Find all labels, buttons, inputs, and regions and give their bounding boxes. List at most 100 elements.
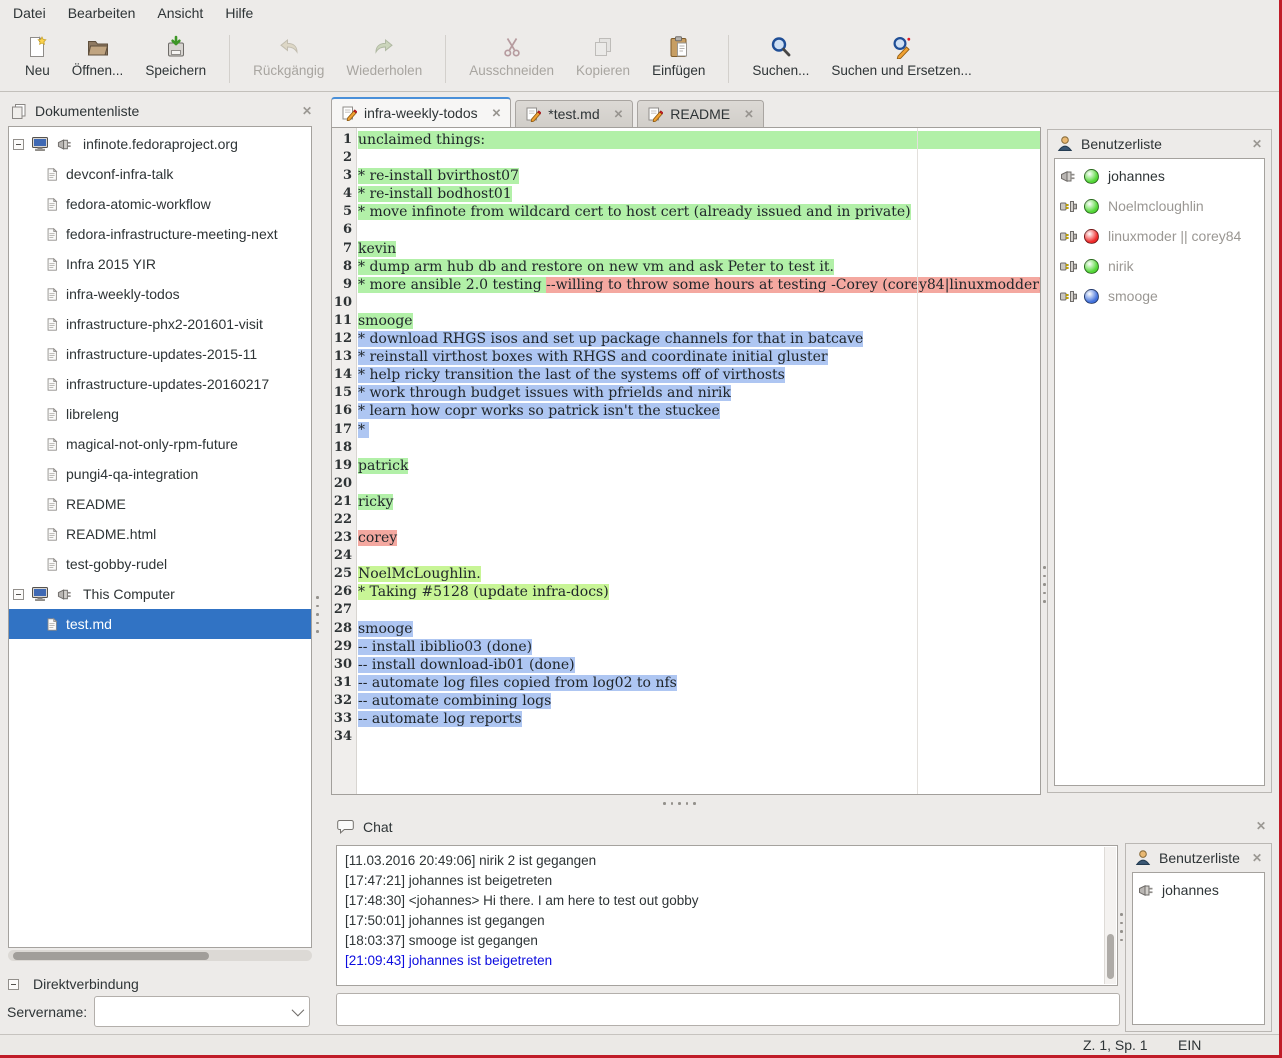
document-tree: infinote.fedoraproject.orgdevconf-infra-… bbox=[8, 126, 312, 948]
close-icon[interactable]: ✕ bbox=[614, 107, 624, 121]
search-icon bbox=[769, 35, 793, 59]
menu-item-ansicht[interactable]: Ansicht bbox=[146, 0, 214, 26]
editor-line: * reinstall virthost boxes with RHGS and… bbox=[358, 348, 1040, 366]
tree-item[interactable]: devconf-infra-talk bbox=[9, 159, 311, 189]
tab--test-md[interactable]: *test.md✕ bbox=[515, 100, 633, 127]
tab-infra-weekly-todos[interactable]: infra-weekly-todos ✕ bbox=[331, 97, 511, 127]
tree-item[interactable]: libreleng bbox=[9, 399, 311, 429]
text-segment: * work through budget issues with pfriel… bbox=[358, 385, 731, 401]
user-list-item[interactable]: johannes bbox=[1055, 161, 1264, 191]
toolbar-paste-button[interactable]: Einfügen bbox=[641, 31, 716, 80]
open-folder-icon bbox=[86, 35, 110, 59]
close-icon[interactable]: ✕ bbox=[744, 107, 754, 121]
plug-connected-icon bbox=[1060, 169, 1078, 184]
horizontal-paned-grip[interactable] bbox=[663, 802, 701, 805]
chat-userlist-paned-grip[interactable] bbox=[1120, 913, 1123, 947]
text-segment: * help ricky transition the last of the … bbox=[358, 367, 785, 383]
scrollbar-thumb[interactable] bbox=[13, 952, 209, 960]
tree-item-label: README.html bbox=[66, 526, 156, 542]
editor-line: * work through budget issues with pfriel… bbox=[358, 384, 1040, 402]
tree-item[interactable]: magical-not-only-rpm-future bbox=[9, 429, 311, 459]
editor-userlist-paned-grip[interactable] bbox=[1043, 566, 1046, 609]
tree-item[interactable]: fedora-infrastructure-meeting-next bbox=[9, 219, 311, 249]
chevron-down-icon[interactable] bbox=[292, 1004, 305, 1017]
tree-item[interactable]: Infra 2015 YIR bbox=[9, 249, 311, 279]
tab-label: infra-weekly-todos bbox=[364, 105, 478, 121]
expander-icon[interactable] bbox=[13, 139, 24, 150]
tree-item[interactable]: infrastructure-updates-2015-11 bbox=[9, 339, 311, 369]
tree-item[interactable]: infrastructure-phx2-201601-visit bbox=[9, 309, 311, 339]
overwrite-mode: EIN bbox=[1178, 1037, 1201, 1053]
user-list-title: Benutzerliste bbox=[1081, 136, 1162, 152]
tree-item[interactable]: fedora-atomic-workflow bbox=[9, 189, 311, 219]
user-name: Noelmcloughlin bbox=[1108, 198, 1204, 214]
line-number: 30 bbox=[332, 656, 356, 674]
save-icon bbox=[164, 35, 188, 59]
tree-item[interactable]: README.html bbox=[9, 519, 311, 549]
tree-item[interactable]: test.md bbox=[9, 609, 311, 639]
scrollbar-thumb[interactable] bbox=[1107, 934, 1114, 979]
user-list-item[interactable]: nirik bbox=[1055, 251, 1264, 281]
user-list-item[interactable]: linuxmoder || corey84 bbox=[1055, 221, 1264, 251]
user-name: johannes bbox=[1162, 882, 1219, 898]
plug-disconnected-icon bbox=[1060, 199, 1078, 214]
editor-line: -- automate log files copied from log02 … bbox=[358, 674, 1040, 692]
document-icon bbox=[45, 197, 59, 212]
tab-README[interactable]: README ✕ bbox=[637, 100, 764, 127]
user-list-header: Benutzerliste ✕ bbox=[1048, 130, 1271, 155]
chat-message: [18:03:37] smooge ist gegangen bbox=[345, 931, 1096, 951]
toolbar-open-button[interactable]: Öffnen... bbox=[61, 31, 135, 80]
user-name: smooge bbox=[1108, 288, 1158, 304]
menu-item-hilfe[interactable]: Hilfe bbox=[214, 0, 264, 26]
servername-input[interactable] bbox=[95, 997, 292, 1026]
document-icon bbox=[45, 407, 59, 422]
tree-item[interactable]: pungi4-qa-integration bbox=[9, 459, 311, 489]
document-tree-hscrollbar[interactable] bbox=[8, 950, 312, 961]
line-number: 31 bbox=[332, 674, 356, 692]
toolbar-save-button[interactable]: Speichern bbox=[134, 31, 217, 80]
computer-icon bbox=[31, 136, 49, 152]
tab-label: README bbox=[670, 106, 730, 122]
menu-item-bearbeiten[interactable]: Bearbeiten bbox=[57, 0, 147, 26]
tree-item[interactable]: README bbox=[9, 489, 311, 519]
tree-item[interactable]: infra-weekly-todos bbox=[9, 279, 311, 309]
close-icon[interactable]: ✕ bbox=[1252, 852, 1262, 864]
servername-combo[interactable] bbox=[94, 996, 310, 1027]
cursor-position: Z. 1, Sp. 1 bbox=[1083, 1037, 1148, 1053]
line-number-gutter: 1234567891011121314151617181920212223242… bbox=[332, 128, 357, 794]
close-icon[interactable]: ✕ bbox=[1256, 820, 1266, 832]
expander-icon[interactable] bbox=[13, 589, 24, 600]
toolbar-replace-button[interactable]: Suchen und Ersetzen... bbox=[820, 31, 982, 80]
menu-item-datei[interactable]: Datei bbox=[2, 0, 57, 26]
editor-line bbox=[358, 475, 1040, 493]
user-name: johannes bbox=[1108, 168, 1165, 184]
plug-connected-icon bbox=[57, 137, 74, 152]
user-list-item[interactable]: smooge bbox=[1055, 281, 1264, 311]
tree-item[interactable]: infinote.fedoraproject.org bbox=[9, 129, 311, 159]
line-number: 24 bbox=[332, 547, 356, 565]
text-editor[interactable]: 1234567891011121314151617181920212223242… bbox=[331, 127, 1041, 795]
left-paned-grip[interactable] bbox=[316, 596, 319, 639]
toolbar-button-label: Einfügen bbox=[652, 63, 705, 78]
toolbar-button-label: Wiederholen bbox=[346, 63, 422, 78]
chat-message-area[interactable]: [11.03.2016 20:49:06] nirik 2 ist gegang… bbox=[336, 845, 1118, 986]
toolbar-new-button[interactable]: Neu bbox=[14, 31, 61, 80]
expander-icon[interactable] bbox=[8, 979, 19, 990]
editor-lines[interactable]: unclaimed things:* re-install bvirthost0… bbox=[358, 128, 1040, 794]
tree-item[interactable]: test-gobby-rudel bbox=[9, 549, 311, 579]
chat-vscrollbar[interactable] bbox=[1104, 847, 1116, 984]
close-icon[interactable]: ✕ bbox=[492, 106, 502, 120]
user-list-item[interactable]: Noelmcloughlin bbox=[1055, 191, 1264, 221]
line-number: 33 bbox=[332, 710, 356, 728]
toolbar-separator bbox=[229, 35, 230, 83]
tree-item[interactable]: infrastructure-updates-20160217 bbox=[9, 369, 311, 399]
close-icon[interactable]: ✕ bbox=[302, 105, 312, 117]
close-icon[interactable]: ✕ bbox=[1252, 138, 1262, 150]
tree-item[interactable]: This Computer bbox=[9, 579, 311, 609]
chat-user-list-item[interactable]: johannes bbox=[1133, 877, 1264, 903]
chat-input[interactable] bbox=[337, 994, 1119, 1025]
line-number: 18 bbox=[332, 439, 356, 457]
direct-connection-expander-row[interactable]: Direktverbindung bbox=[8, 976, 139, 992]
toolbar-find-button[interactable]: Suchen... bbox=[741, 31, 820, 80]
chat-title: Chat bbox=[363, 819, 393, 835]
